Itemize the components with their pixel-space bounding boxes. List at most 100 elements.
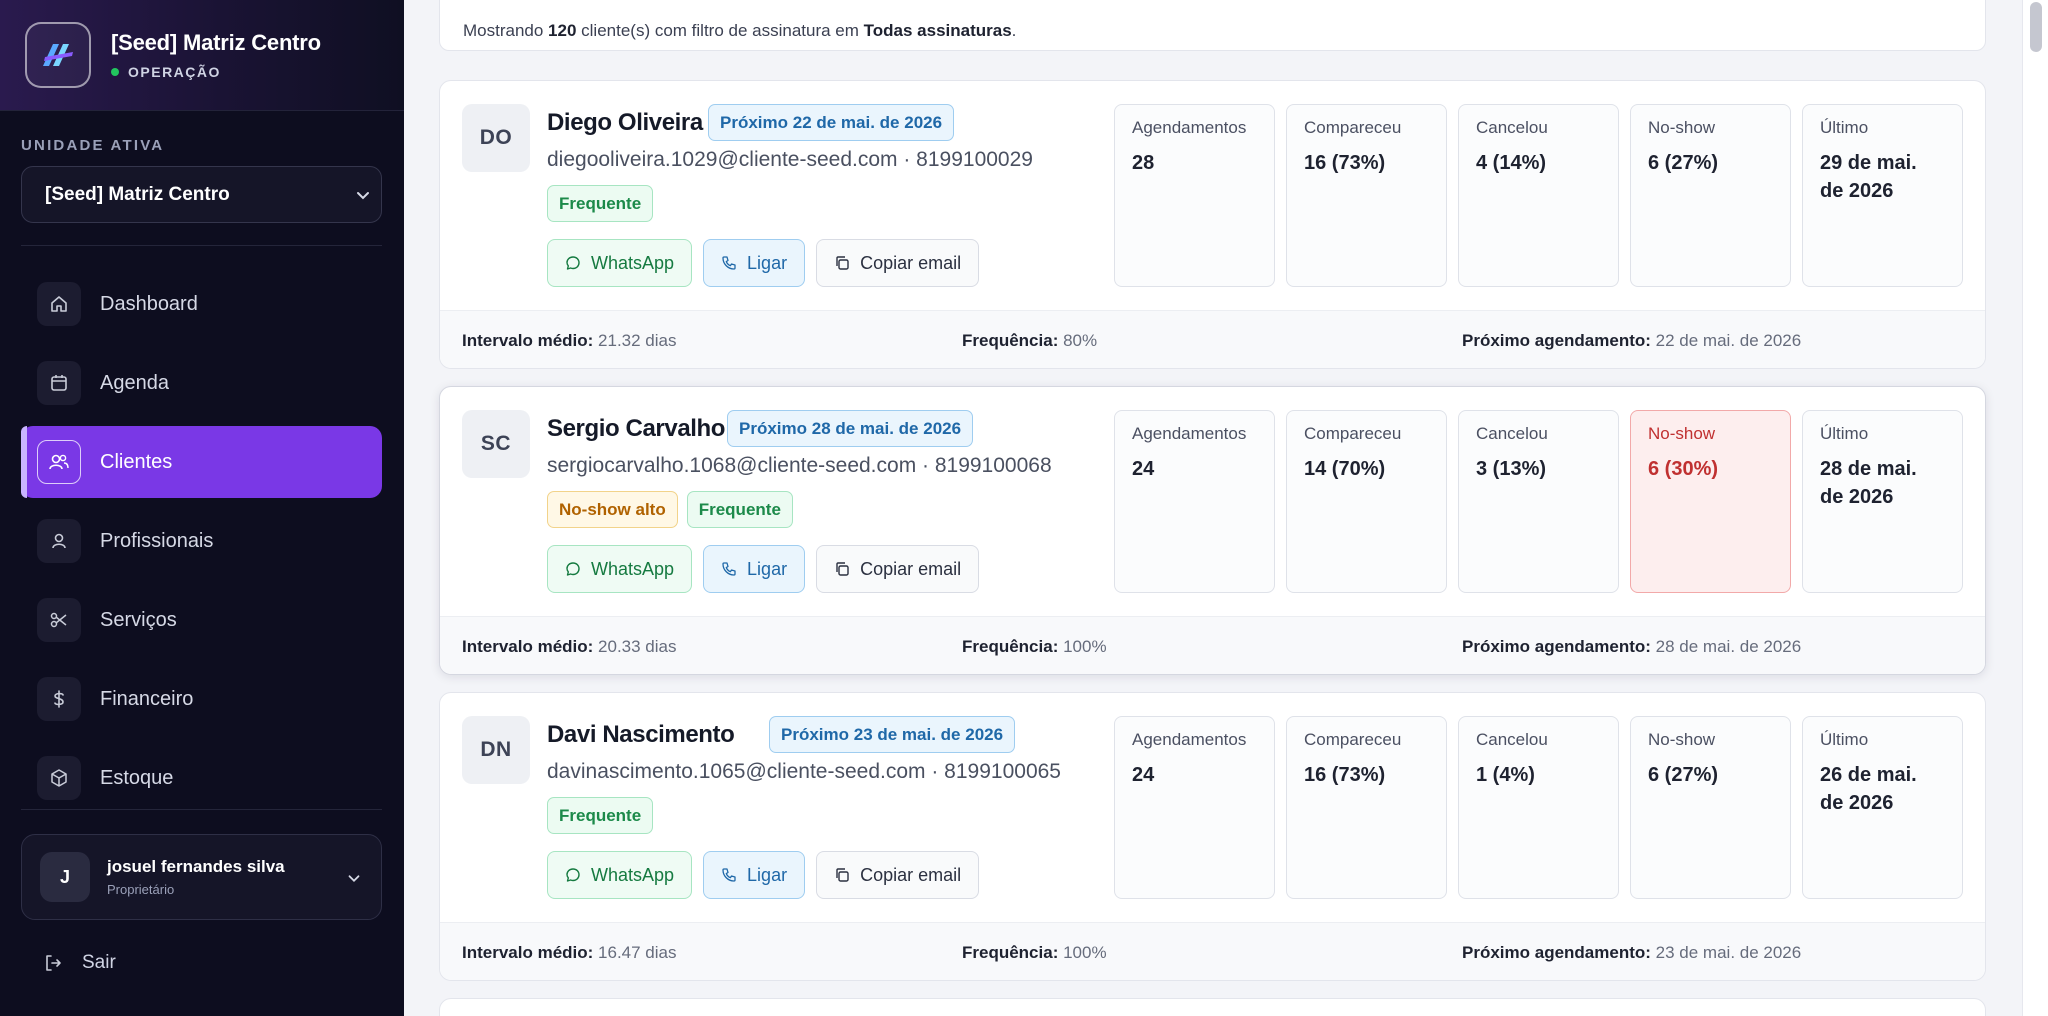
scrollbar-thumb[interactable]: [2030, 2, 2042, 52]
client-tags: Frequente: [547, 185, 662, 222]
brand-status-label: OPERAÇÃO: [128, 64, 221, 80]
footer-value: 100%: [1063, 637, 1107, 656]
logout-icon: [46, 955, 61, 971]
frequency: Frequência: 100%: [962, 943, 1107, 963]
sidebar-item-clientes[interactable]: Clientes: [21, 426, 382, 498]
unit-select[interactable]: [Seed] Matriz Centro: [21, 166, 382, 223]
whatsapp-button[interactable]: WhatsApp: [547, 239, 693, 287]
stat-appointments: Agendamentos 24: [1114, 410, 1275, 593]
sidebar-item-label: Serviços: [100, 608, 177, 631]
frequent-tag: Frequente: [547, 797, 654, 834]
sidebar-item-estoque[interactable]: Estoque: [21, 742, 382, 814]
client-name[interactable]: Diego Oliveira: [547, 109, 703, 137]
phone-icon: [722, 256, 736, 270]
stat-noshow: No-show 6 (30%): [1630, 410, 1791, 593]
user-menu[interactable]: J josuel fernandes silva Proprietário: [21, 834, 382, 920]
client-card: SC Sergio Carvalho Próximo 28 de mai. de…: [439, 386, 1986, 675]
footer-value: 22 de mai. de 2026: [1655, 331, 1802, 350]
stat-last: Último 29 de mai. de 2026: [1802, 104, 1963, 287]
footer-label: Intervalo médio:: [462, 331, 594, 350]
stat-label: Cancelou: [1476, 424, 1548, 443]
copy-email-button[interactable]: Copiar email: [816, 239, 980, 287]
next-appointment: Próximo agendamento: 22 de mai. de 2026: [1462, 331, 1801, 351]
stat-value: 6 (27%): [1648, 152, 1719, 174]
chat-icon: [566, 562, 580, 576]
sidebar-item-financeiro[interactable]: Financeiro: [21, 663, 382, 735]
summary-suffix: .: [1011, 21, 1017, 40]
next-appointment-badge: Próximo 22 de mai. de 2026: [708, 104, 955, 141]
stat-label: Último: [1820, 118, 1869, 137]
call-button[interactable]: Ligar: [703, 545, 806, 593]
footer-label: Próximo agendamento:: [1462, 331, 1651, 350]
sidebar-nav: Dashboard Agenda Clientes Profissionais …: [21, 268, 382, 821]
next-appointment: Próximo agendamento: 23 de mai. de 2026: [1462, 943, 1801, 963]
sidebar-item-agenda[interactable]: Agenda: [21, 347, 382, 419]
stat-value: 16 (73%): [1304, 152, 1386, 174]
logout-button[interactable]: Sair: [43, 952, 116, 974]
average-interval: Intervalo médio: 16.47 dias: [462, 943, 677, 963]
footer-value: 21.32 dias: [598, 331, 677, 350]
stat-label: Compareceu: [1304, 424, 1402, 443]
footer-label: Intervalo médio:: [462, 943, 594, 962]
sidebar-item-servicos[interactable]: Serviços: [21, 584, 382, 656]
stat-label: No-show: [1648, 730, 1716, 749]
client-initials: DN: [462, 716, 530, 784]
client-initials: DO: [462, 104, 530, 172]
average-interval: Intervalo médio: 20.33 dias: [462, 637, 677, 657]
stat-label: Agendamentos: [1132, 118, 1247, 137]
frequency: Frequência: 80%: [962, 331, 1097, 351]
client-initials: SC: [462, 410, 530, 478]
status-dot-icon: [111, 68, 119, 76]
box-icon: [37, 756, 81, 800]
footer-label: Frequência:: [962, 331, 1059, 350]
stat-appointments: Agendamentos 24: [1114, 716, 1275, 899]
call-label: Ligar: [747, 252, 788, 273]
copy-email-label: Copiar email: [860, 864, 962, 885]
client-card-footer: Intervalo médio: 16.47 dias Frequência: …: [440, 922, 1985, 980]
summary-middle: cliente(s) com filtro de assinatura em: [576, 21, 864, 40]
stat-value: 24: [1132, 458, 1155, 480]
footer-value: 28 de mai. de 2026: [1655, 637, 1802, 656]
client-tags: Frequente: [547, 797, 662, 834]
client-stats: Agendamentos 28 Compareceu 16 (73%) Cancel…: [1114, 104, 1974, 287]
stat-value: 3 (13%): [1476, 458, 1547, 480]
call-label: Ligar: [747, 864, 788, 885]
copy-email-button[interactable]: Copiar email: [816, 545, 980, 593]
sidebar-item-label: Clientes: [100, 450, 173, 473]
copy-email-button[interactable]: Copiar email: [816, 851, 980, 899]
stat-attended: Compareceu 14 (70%): [1286, 410, 1447, 593]
client-contact: davinascimento.1065@cliente-seed.com · 8…: [547, 760, 1061, 783]
stat-noshow: No-show 6 (27%): [1630, 104, 1791, 287]
high-noshow-tag: No-show alto: [547, 491, 678, 528]
footer-label: Frequência:: [962, 637, 1059, 656]
user-role: Proprietário: [107, 882, 175, 897]
client-card: DO Diego Oliveira Próximo 22 de mai. de …: [439, 80, 1986, 369]
footer-value: 16.47 dias: [598, 943, 677, 962]
whatsapp-button[interactable]: WhatsApp: [547, 545, 693, 593]
stat-value: 6 (30%): [1648, 458, 1719, 480]
footer-value: 20.33 dias: [598, 637, 677, 656]
client-name[interactable]: Davi Nascimento: [547, 721, 735, 749]
call-button[interactable]: Ligar: [703, 851, 806, 899]
scrollbar[interactable]: [2022, 0, 2048, 1016]
call-button[interactable]: Ligar: [703, 239, 806, 287]
client-name[interactable]: Sergio Carvalho: [547, 415, 725, 443]
chat-icon: [566, 868, 580, 882]
client-tags: No-show alto Frequente: [547, 491, 802, 528]
logout-label: Sair: [82, 952, 116, 973]
avatar: J: [40, 852, 90, 902]
stat-label: Agendamentos: [1132, 730, 1247, 749]
brand-header: [Seed] Matriz Centro OPERAÇÃO: [0, 0, 404, 111]
whatsapp-button[interactable]: WhatsApp: [547, 851, 693, 899]
stat-value: 28: [1132, 152, 1155, 174]
sidebar-item-dashboard[interactable]: Dashboard: [21, 268, 382, 340]
client-actions: WhatsApp Ligar Copiar email: [547, 545, 990, 593]
average-interval: Intervalo médio: 21.32 dias: [462, 331, 677, 351]
chevron-down-icon: [348, 875, 360, 882]
dollar-icon: [37, 677, 81, 721]
brand-title: [Seed] Matriz Centro: [111, 30, 321, 55]
copy-email-label: Copiar email: [860, 252, 962, 273]
sidebar-item-profissionais[interactable]: Profissionais: [21, 505, 382, 577]
users-icon: [37, 440, 81, 484]
footer-label: Próximo agendamento:: [1462, 637, 1651, 656]
